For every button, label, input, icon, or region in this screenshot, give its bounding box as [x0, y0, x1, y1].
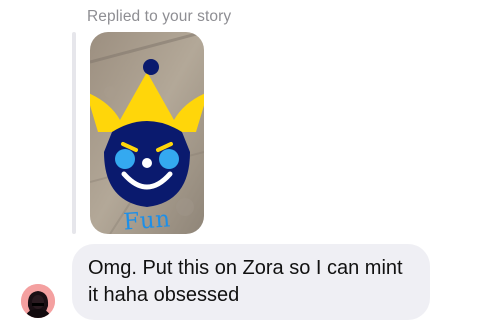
story-thumbnail[interactable]: Fun: [90, 32, 204, 234]
replied-to-story-label: Replied to your story: [87, 8, 232, 25]
jester-sticker-image: [90, 32, 204, 234]
story-quote-bar: [72, 32, 76, 234]
message-bubble[interactable]: Omg. Put this on Zora so I can mint it h…: [72, 244, 430, 320]
message-text: Omg. Put this on Zora so I can mint it h…: [88, 257, 403, 306]
profile-avatar-icon: [21, 284, 55, 318]
avatar[interactable]: [21, 284, 55, 318]
